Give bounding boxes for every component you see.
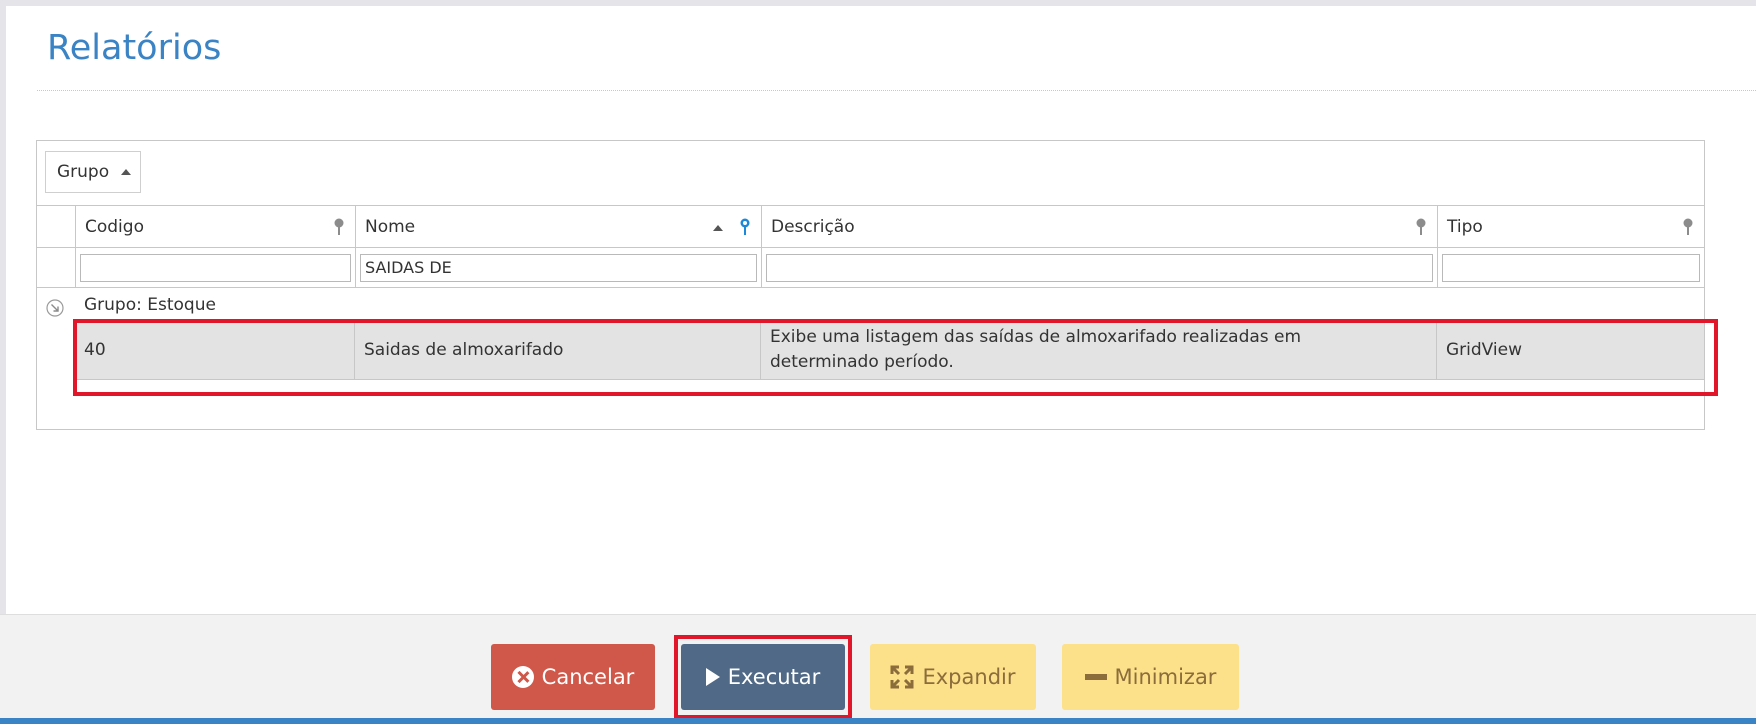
- collapse-group-icon[interactable]: [46, 299, 64, 317]
- filter-cell-nome: [355, 248, 761, 287]
- close-circle-icon: [511, 666, 534, 688]
- filter-cell-codigo: [75, 248, 355, 287]
- minimize-button[interactable]: Minimizar: [1062, 644, 1239, 710]
- reports-grid: Grupo Codigo Nome Descrição Tipo SAIDAS …: [36, 140, 1705, 430]
- footer-toolbar: Cancelar Executar Expandir Minimizar: [0, 614, 1756, 719]
- filter-pin-active-icon[interactable]: [739, 218, 751, 236]
- group-chip-label: Grupo: [57, 162, 110, 182]
- filter-pin-icon[interactable]: [1682, 218, 1694, 236]
- filter-row: [37, 248, 1704, 288]
- filter-cell-tipo: [1437, 248, 1704, 287]
- filter-input-codigo[interactable]: [80, 253, 351, 282]
- expand-button-label: Expandir: [922, 665, 1016, 689]
- expand-button[interactable]: Expandir: [870, 644, 1036, 710]
- sort-ascending-icon: [121, 169, 132, 175]
- filter-cell-descricao: [761, 248, 1437, 287]
- cell-codigo: 40: [74, 321, 354, 379]
- group-row: Grupo: Estoque: [37, 288, 1704, 320]
- column-header-tipo[interactable]: Tipo: [1437, 206, 1704, 247]
- filter-spacer: [37, 248, 75, 287]
- column-header-nome[interactable]: Nome: [355, 206, 761, 247]
- bottom-accent-bar: [0, 718, 1756, 724]
- group-panel: Grupo: [37, 141, 1704, 206]
- minimize-button-label: Minimizar: [1114, 665, 1217, 689]
- cell-tipo: GridView: [1436, 321, 1704, 379]
- cancel-button[interactable]: Cancelar: [491, 644, 655, 710]
- grid-header-row: Codigo Nome Descrição Tipo: [37, 206, 1704, 248]
- column-header-codigo[interactable]: Codigo: [75, 206, 355, 247]
- cell-nome: Saidas de almoxarifado: [354, 321, 760, 379]
- filter-pin-icon[interactable]: [333, 218, 345, 236]
- column-label: Descrição: [771, 216, 855, 237]
- header-spacer: [37, 206, 75, 247]
- filter-input-tipo[interactable]: [1442, 253, 1700, 282]
- column-header-descricao[interactable]: Descrição: [761, 206, 1437, 247]
- cell-descricao: Exibe uma listagem das saídas de almoxar…: [760, 321, 1436, 379]
- execute-button[interactable]: Executar: [681, 644, 845, 710]
- table-row[interactable]: 40 Saidas de almoxarifado Exibe uma list…: [74, 320, 1704, 380]
- column-label: Tipo: [1447, 216, 1483, 237]
- expand-arrows-icon: [890, 665, 914, 689]
- play-icon: [705, 668, 720, 686]
- cancel-button-label: Cancelar: [541, 665, 635, 689]
- execute-button-label: Executar: [727, 665, 821, 689]
- column-label: Codigo: [85, 216, 144, 237]
- filter-input-descricao[interactable]: [766, 253, 1433, 282]
- page-title: Relatórios: [47, 28, 222, 68]
- filter-input-nome[interactable]: [360, 253, 757, 282]
- column-label: Nome: [365, 216, 416, 237]
- sort-ascending-icon: [713, 225, 723, 231]
- group-row-label: Grupo: Estoque: [84, 295, 216, 315]
- minus-icon: [1084, 674, 1107, 680]
- filter-pin-icon[interactable]: [1415, 218, 1427, 236]
- title-divider: [37, 90, 1756, 91]
- page-content: Relatórios Grupo Codigo Nome Descrição T…: [6, 6, 1756, 614]
- group-by-chip[interactable]: Grupo: [45, 151, 141, 193]
